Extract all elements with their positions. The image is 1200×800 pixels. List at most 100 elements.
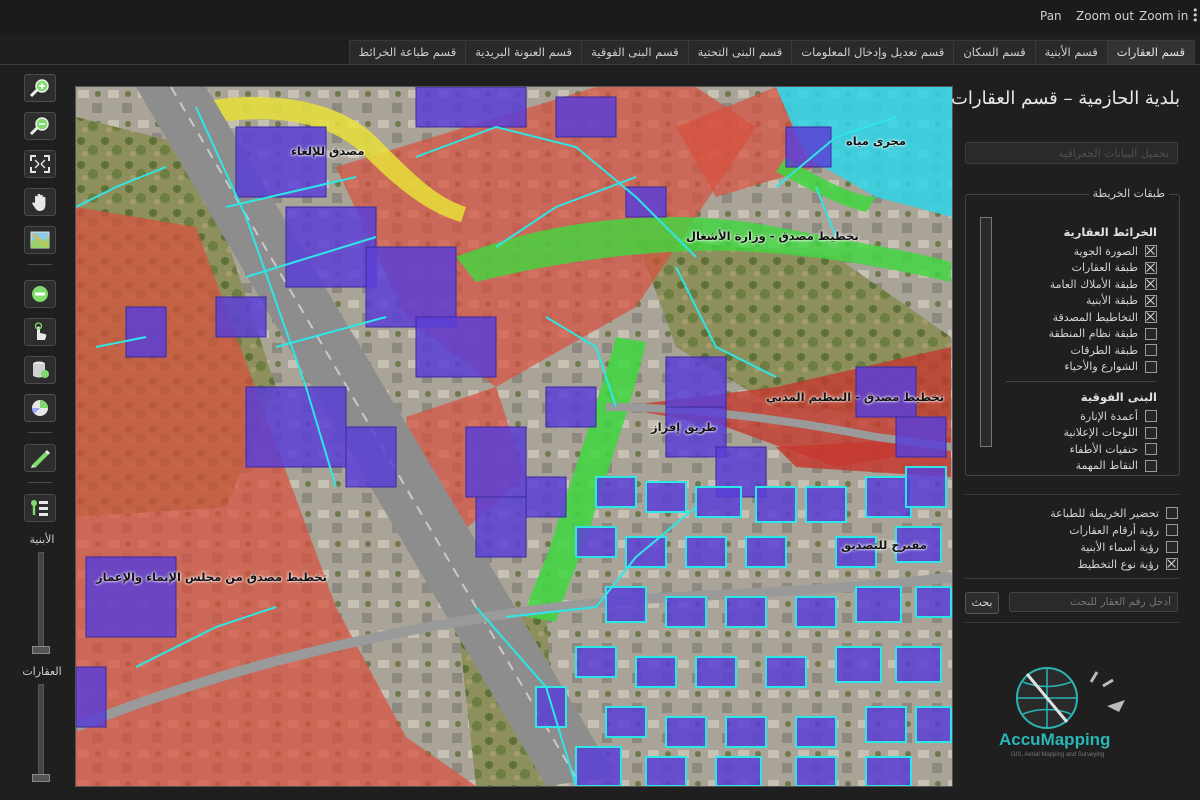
zoom-out-button[interactable]: Zoom out xyxy=(1076,9,1134,23)
zoom-in-button[interactable]: Zoom in xyxy=(1139,9,1188,23)
map-view[interactable]: مصدق للإلغاء مجرى مياه تخطيط مصدق - وزار… xyxy=(75,86,953,787)
layer-label: طبقة الطرقات xyxy=(1070,343,1139,357)
cadastral-group-title: الخرائط العقارية xyxy=(1063,225,1157,239)
map-label-water: مجرى مياه xyxy=(846,134,907,148)
option-label: رؤية أسماء الأبنية xyxy=(1080,540,1159,554)
map-label-works: تخطيط مصدق - وزارة الأشغال xyxy=(686,229,859,243)
layers-scrollbar[interactable] xyxy=(980,217,992,447)
layer-checkbox[interactable] xyxy=(1145,245,1157,257)
properties-opacity-slider[interactable] xyxy=(38,684,44,782)
pie-chart-icon xyxy=(31,400,48,416)
legend-tool[interactable] xyxy=(24,494,56,522)
load-data-button[interactable]: تحميل البيانات الجغرافية xyxy=(965,142,1178,164)
option-checkbox[interactable] xyxy=(1166,507,1178,519)
layer-checkbox[interactable] xyxy=(1145,327,1157,340)
zoom-out-tool[interactable] xyxy=(24,112,56,140)
legend-icon xyxy=(31,500,48,516)
data-tool[interactable] xyxy=(24,356,56,384)
toolbar-divider xyxy=(28,432,52,433)
pan-tool[interactable] xyxy=(24,188,56,216)
database-icon xyxy=(33,361,49,378)
pan-hand-icon xyxy=(32,193,46,211)
measure-tool[interactable] xyxy=(24,444,56,472)
more-menu-icon[interactable]: • • • xyxy=(1192,5,1199,26)
option-label: تحضير الخريطة للطباعة xyxy=(1050,506,1159,520)
option-row[interactable]: تحضير الخريطة للطباعة xyxy=(1050,506,1178,520)
layer-label: طبقة الأملاك العامة xyxy=(1049,277,1138,291)
layer-checkbox[interactable] xyxy=(1145,360,1157,373)
globe-drone-icon xyxy=(1016,667,1125,729)
option-row[interactable]: رؤية نوع التخطيط xyxy=(1077,557,1178,571)
pan-button[interactable]: Pan xyxy=(1040,9,1062,23)
page-title: بلدية الحازمية – قسم العقارات xyxy=(950,88,1180,109)
layer-checkbox[interactable] xyxy=(1145,261,1157,274)
layer-checkbox[interactable] xyxy=(1145,311,1157,323)
map-label-demolition: مصدق للإلغاء xyxy=(291,144,365,158)
group-divider xyxy=(1006,381,1156,382)
pointer-icon xyxy=(34,322,47,340)
layer-label: التخاطيط المصدقة xyxy=(1052,310,1138,324)
layer-checkbox[interactable] xyxy=(1145,410,1157,422)
buildings-slider-label: الأبنية xyxy=(29,533,55,546)
option-checkbox[interactable] xyxy=(1166,524,1178,536)
layer-checkbox[interactable] xyxy=(1145,294,1157,307)
layer-row[interactable]: اللوحات الإعلانية xyxy=(1064,426,1157,440)
map-canvas[interactable] xyxy=(76,87,952,786)
tab-4[interactable]: قسم البنى التحتية xyxy=(687,40,793,64)
identify-tool[interactable] xyxy=(24,318,56,346)
layer-row[interactable]: طبقة الأبنية xyxy=(1086,294,1157,308)
layer-row[interactable]: النقاط المهمة xyxy=(1076,459,1157,473)
tab-7[interactable]: قسم طباعة الخرائط xyxy=(348,40,467,64)
option-checkbox[interactable] xyxy=(1166,558,1178,570)
measure-icon xyxy=(31,450,50,468)
buildings-slider-thumb[interactable] xyxy=(32,646,50,654)
map-label-reconstruction: تخطيط مصدق من مجلس الإنماء والإعمار xyxy=(96,570,327,584)
tab-5[interactable]: قسم البنى الفوقية xyxy=(581,40,689,64)
property-search-input[interactable] xyxy=(1009,592,1178,612)
layer-label: طبقة العقارات xyxy=(1071,261,1138,274)
properties-slider-thumb[interactable] xyxy=(32,774,50,782)
buildings-opacity-slider[interactable] xyxy=(38,552,44,654)
zoom-in-tool[interactable] xyxy=(24,74,56,102)
layer-label: اللوحات الإعلانية xyxy=(1063,426,1138,439)
layer-row[interactable]: الشوارع والأحياء xyxy=(1064,360,1157,374)
layer-checkbox[interactable] xyxy=(1145,426,1157,439)
layer-checkbox[interactable] xyxy=(1145,443,1157,455)
basemap-tool[interactable] xyxy=(24,226,56,254)
layer-checkbox[interactable] xyxy=(1145,344,1157,356)
full-extent-icon xyxy=(30,155,50,173)
layer-row[interactable]: طبقة الأملاك العامة xyxy=(1050,277,1157,291)
option-checkbox[interactable] xyxy=(1166,541,1178,553)
layer-row[interactable]: التخاطيط المصدقة xyxy=(1053,310,1157,324)
tab-6[interactable]: قسم العنونة البريدية xyxy=(465,40,583,64)
search-button[interactable]: بحث xyxy=(965,592,999,614)
minus-icon xyxy=(32,286,48,302)
map-label-road: طريق إفراز xyxy=(651,420,717,434)
remove-tool[interactable] xyxy=(24,280,56,308)
layer-label: النقاط المهمة xyxy=(1075,459,1138,472)
tab-0[interactable]: قسم العقارات xyxy=(1106,40,1195,64)
map-layers-group: طبقات الخريطة الخرائط العقارية الصورة ال… xyxy=(965,187,1180,476)
layer-row[interactable]: حنفيات الأطفاء xyxy=(1070,442,1157,456)
layer-row[interactable]: طبقة الطرقات xyxy=(1070,343,1157,357)
tab-2[interactable]: قسم السكان xyxy=(953,40,1036,64)
layer-row[interactable]: الصورة الجوية xyxy=(1074,244,1157,258)
layer-checkbox[interactable] xyxy=(1145,459,1157,472)
option-label: رؤية نوع التخطيط xyxy=(1077,557,1160,571)
layer-row[interactable]: أعمدة الإنارة xyxy=(1080,409,1157,423)
option-row[interactable]: رؤية أرقام العقارات xyxy=(1069,523,1178,537)
map-layers-legend: طبقات الخريطة xyxy=(1088,187,1169,200)
full-extent-tool[interactable] xyxy=(24,150,56,178)
tab-1[interactable]: قسم الأبنية xyxy=(1034,40,1108,64)
option-row[interactable]: رؤية أسماء الأبنية xyxy=(1080,540,1178,554)
layer-row[interactable]: طبقة نظام المنطقة xyxy=(1049,327,1157,341)
statistics-tool[interactable] xyxy=(24,394,56,422)
map-tools: الأبنية العقارات xyxy=(18,68,64,798)
tab-3[interactable]: قسم تعديل وإدخال المعلومات xyxy=(791,40,955,64)
panel-divider xyxy=(965,622,1180,623)
option-label: رؤية أرقام العقارات xyxy=(1069,523,1159,537)
section-tabs: قسم العقارات قسم الأبنية قسم السكان قسم تعد… xyxy=(320,40,1195,64)
toolbar-divider xyxy=(28,482,52,483)
layer-row[interactable]: طبقة العقارات xyxy=(1072,261,1157,275)
layer-checkbox[interactable] xyxy=(1145,278,1157,290)
